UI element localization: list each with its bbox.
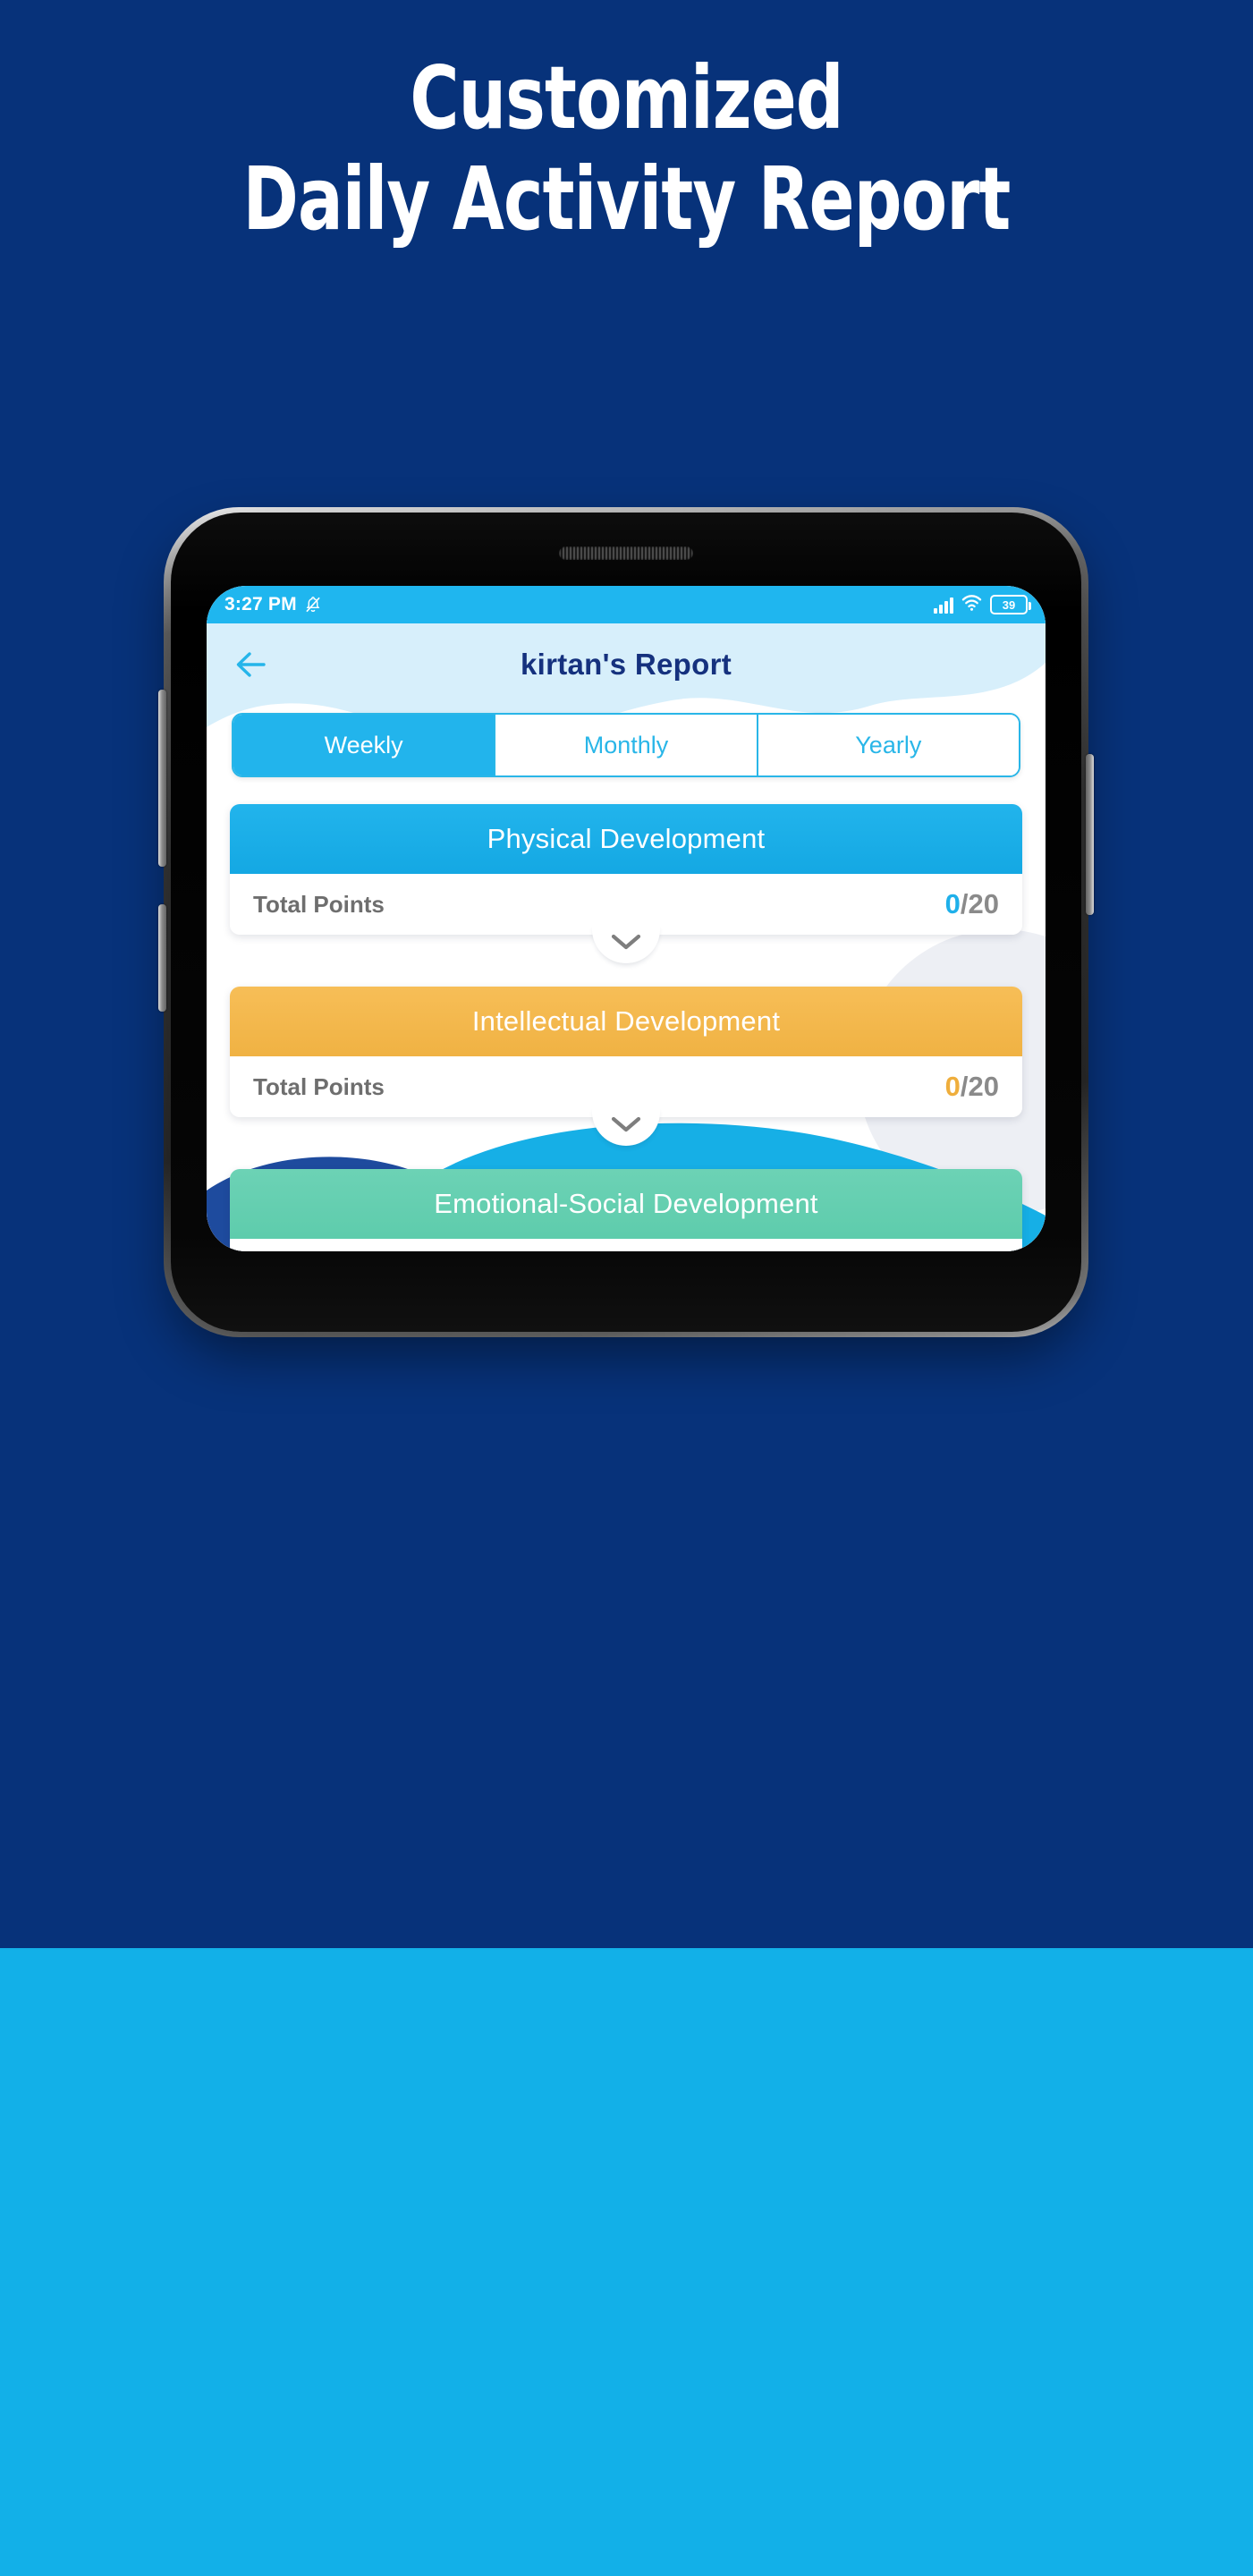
card-header-intellectual: Intellectual Development xyxy=(230,987,1022,1056)
total-points-label: Total Points xyxy=(253,890,385,918)
report-card-emotional-social: Emotional-Social Development Total Point… xyxy=(230,1169,1022,1251)
card-header-emotional-social: Emotional-Social Development xyxy=(230,1169,1022,1239)
card-body-emotional-social: Total Points 0/20 xyxy=(230,1239,1022,1251)
promo-heading-line-1: Customized xyxy=(410,47,843,148)
promo-heading-block: Customized Daily Activity Report xyxy=(0,47,1253,250)
period-tab-bar: Weekly Monthly Yearly xyxy=(232,713,1020,777)
card-header-physical: Physical Development xyxy=(230,804,1022,874)
chevron-down-icon xyxy=(611,934,641,950)
card-container: Physical Development Total Points 0/20 xyxy=(230,804,1022,935)
battery-level: 39 xyxy=(1002,597,1016,612)
chevron-down-icon xyxy=(611,1116,641,1132)
tab-yearly[interactable]: Yearly xyxy=(758,715,1019,775)
app-bar: kirtan's Report xyxy=(207,623,1046,706)
tab-weekly[interactable]: Weekly xyxy=(233,715,496,775)
power-button[interactable] xyxy=(158,904,166,1012)
promo-background-bottom xyxy=(0,1948,1253,2576)
report-card-list: Physical Development Total Points 0/20 I… xyxy=(207,804,1046,1251)
status-bar-right: 39 xyxy=(934,594,1031,616)
status-time: 3:27 PM xyxy=(224,594,297,614)
score-number: 0 xyxy=(944,888,961,919)
report-card-intellectual: Intellectual Development Total Points 0/… xyxy=(230,987,1022,1146)
bell-muted-icon xyxy=(304,595,322,614)
report-card-physical: Physical Development Total Points 0/20 xyxy=(230,804,1022,963)
app-header: kirtan's Report xyxy=(207,623,1046,739)
expand-toggle-physical[interactable] xyxy=(592,924,660,963)
score-number: 0 xyxy=(944,1071,961,1102)
earpiece-speaker-icon xyxy=(559,547,693,560)
promo-heading-line-2: Daily Activity Report xyxy=(242,148,1012,250)
phone-mockup: 3:27 PM 39 kirtan's Report Weekly Monthl… xyxy=(158,507,1094,1337)
signal-bars-icon xyxy=(934,597,953,614)
total-points-value: 0/20 xyxy=(945,1071,999,1103)
battery-icon: 39 xyxy=(990,595,1031,614)
side-right-button[interactable] xyxy=(1086,754,1094,915)
card-container: Emotional-Social Development Total Point… xyxy=(230,1169,1022,1251)
expand-toggle-intellectual[interactable] xyxy=(592,1106,660,1146)
tab-monthly[interactable]: Monthly xyxy=(495,715,758,775)
score-total: /20 xyxy=(960,888,999,919)
wifi-icon xyxy=(961,594,982,616)
phone-screen: 3:27 PM 39 kirtan's Report Weekly Monthl… xyxy=(207,586,1046,1251)
status-bar: 3:27 PM 39 xyxy=(207,586,1046,623)
total-points-value: 0/20 xyxy=(945,888,999,920)
status-bar-left: 3:27 PM xyxy=(224,594,322,615)
page-title: kirtan's Report xyxy=(520,648,732,681)
score-total: /20 xyxy=(960,1071,999,1102)
app-viewport: 3:27 PM 39 kirtan's Report Weekly Monthl… xyxy=(207,586,1046,1251)
back-arrow-icon[interactable] xyxy=(230,644,271,685)
total-points-label: Total Points xyxy=(253,1072,385,1100)
volume-button[interactable] xyxy=(158,690,166,867)
card-container: Intellectual Development Total Points 0/… xyxy=(230,987,1022,1117)
